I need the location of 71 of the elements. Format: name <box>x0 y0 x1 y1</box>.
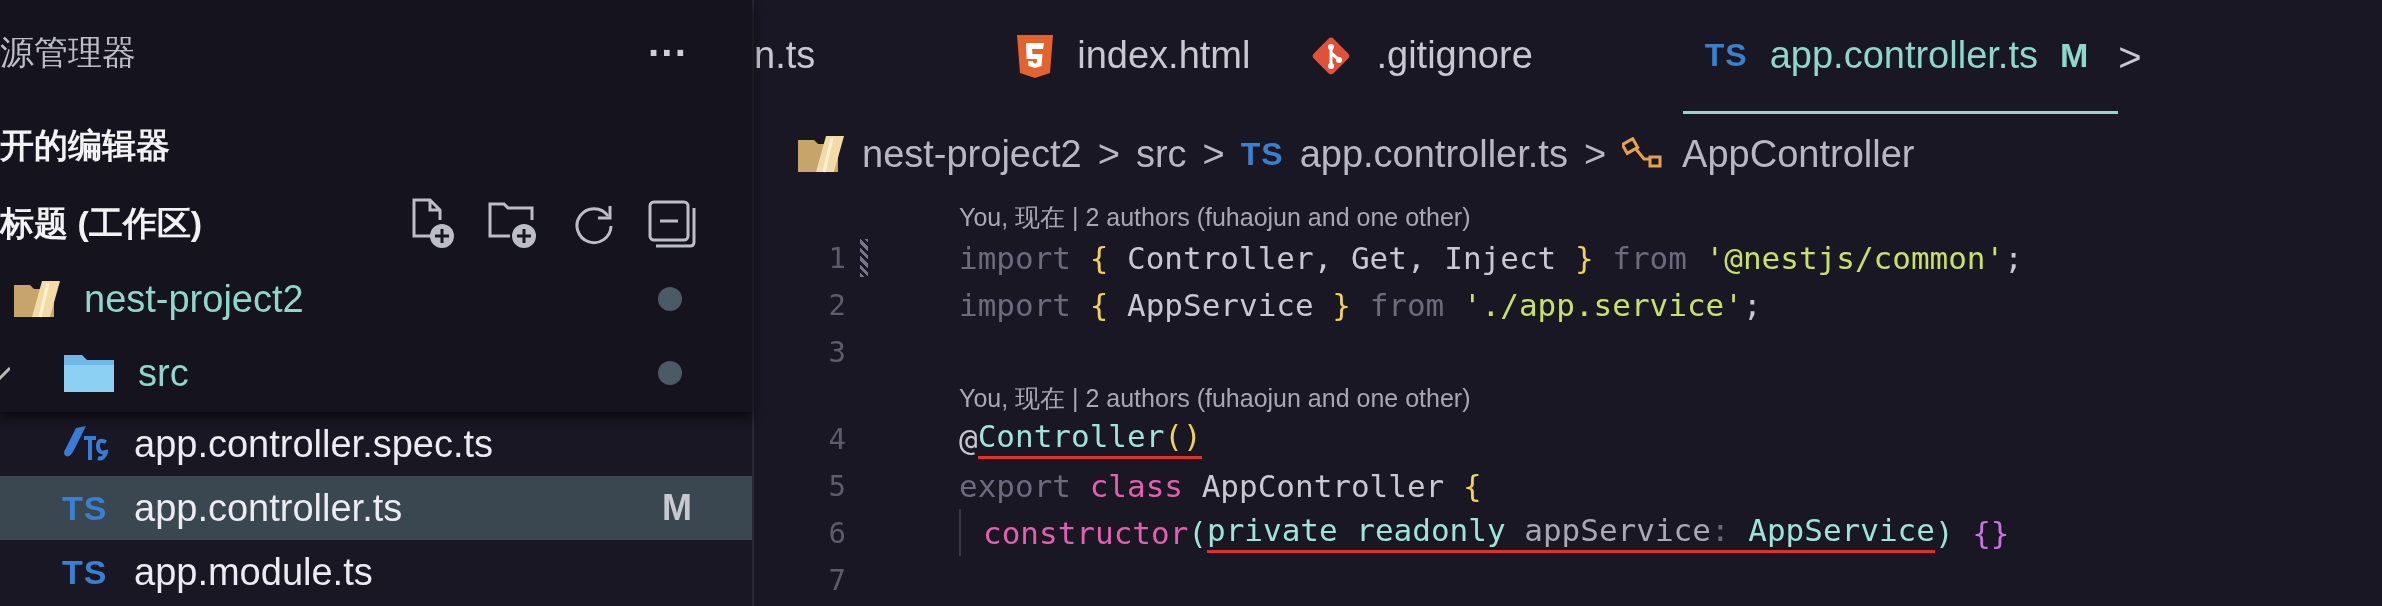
code-token: import <box>959 239 1072 276</box>
file-name: app.controller.spec.ts <box>134 422 495 466</box>
codelens-authors[interactable]: You, 现在 | 2 authors (fuhaojun and one other) <box>959 201 1471 234</box>
underlined-code-token: Controller <box>977 418 1165 459</box>
line-number: 4 <box>827 421 846 456</box>
breadcrumb-item[interactable]: src <box>1135 132 1187 176</box>
file-row[interactable]: app.controller.spec.ts <box>0 412 752 476</box>
explorer-title: 源管理器 <box>0 32 136 73</box>
code-token: AppService <box>1126 286 1315 323</box>
code-token: } <box>1574 239 1594 276</box>
breadcrumb-separator: > <box>1097 132 1120 176</box>
editor-tab[interactable]: n.ts <box>754 0 1016 114</box>
breadcrumb-item[interactable]: nest-project2 <box>862 132 1082 176</box>
file-row[interactable]: TS app.controller.ts M <box>0 476 752 540</box>
section-header[interactable]: 开的编辑器 <box>0 106 170 186</box>
folder-name: src <box>138 351 190 395</box>
breadcrumb-item[interactable]: app.controller.ts <box>1299 132 1568 176</box>
file-row[interactable]: TS app.module.ts <box>0 540 752 604</box>
line-number: 6 <box>827 515 846 550</box>
code-token: AppController <box>1200 467 1446 504</box>
typescript-label: TS <box>1240 135 1284 173</box>
code-token: Controller, Get, Inject <box>1126 239 1558 276</box>
code-token: ) <box>1934 514 1954 551</box>
code-token: constructor <box>983 514 1189 551</box>
collapse-all-icon[interactable] <box>648 200 696 248</box>
code-token: { <box>1089 286 1109 323</box>
code-token: ; <box>1742 286 1762 323</box>
scroll-tabs-button[interactable]: > <box>2118 34 2142 80</box>
code-token: from <box>1611 239 1688 276</box>
breadcrumb-item[interactable]: AppController <box>1682 132 1915 176</box>
html-shield-icon <box>1015 32 1056 79</box>
code-token: {} <box>1971 514 2010 551</box>
editor-tab[interactable]: index.html <box>1015 0 1309 114</box>
editor-tab[interactable]: .gitignore <box>1308 0 1683 114</box>
typescript-label: TS <box>1704 37 1748 74</box>
code-token: @ <box>959 420 978 457</box>
line-number: 7 <box>827 562 846 597</box>
breadcrumb-separator: > <box>1202 132 1225 176</box>
underlined-code-token: appService <box>1524 512 1711 553</box>
code-token: import <box>959 286 1072 323</box>
codelens-authors[interactable]: You, 现在 | 2 authors (fuhaojun and one other) <box>959 382 1471 415</box>
more-actions-button[interactable]: ··· <box>644 30 692 76</box>
editor-tab[interactable]: TS app.controller.ts M <box>1682 0 2119 114</box>
underlined-code-token: private readonly <box>1207 512 1525 553</box>
code-token: { <box>1462 467 1482 504</box>
code-token: export <box>959 467 1072 504</box>
underlined-code-token: : <box>1710 512 1749 553</box>
line-number: 5 <box>827 468 846 503</box>
code-token: ; <box>2004 239 2023 276</box>
breadcrumb-separator: > <box>1583 132 1607 176</box>
line-number: 3 <box>827 334 846 369</box>
folder-row[interactable]: nest-project2 <box>0 262 752 336</box>
line-number: 1 <box>827 240 846 275</box>
file-name: app.controller.ts <box>134 486 404 530</box>
code-token: '@nestjs/common' <box>1705 239 2005 276</box>
typescript-label: TS <box>62 552 108 592</box>
line-number: 2 <box>827 287 846 322</box>
code-token: class <box>1089 467 1183 504</box>
code-token: './app.service' <box>1462 286 1743 323</box>
folder-name: nest-project2 <box>84 277 305 321</box>
code-token: { <box>1089 239 1109 276</box>
file-name: app.module.ts <box>134 550 374 594</box>
code-token: ( <box>1188 514 1207 551</box>
typescript-label: TS <box>62 488 108 528</box>
new-file-icon[interactable] <box>410 198 456 250</box>
code-token: } <box>1332 286 1351 323</box>
underlined-code-token: () <box>1164 418 1202 459</box>
code-token: from <box>1368 286 1446 323</box>
git-status-letter: M <box>662 487 692 529</box>
folder-row[interactable]: src <box>0 336 752 410</box>
underlined-code-token: AppService <box>1748 512 1935 553</box>
